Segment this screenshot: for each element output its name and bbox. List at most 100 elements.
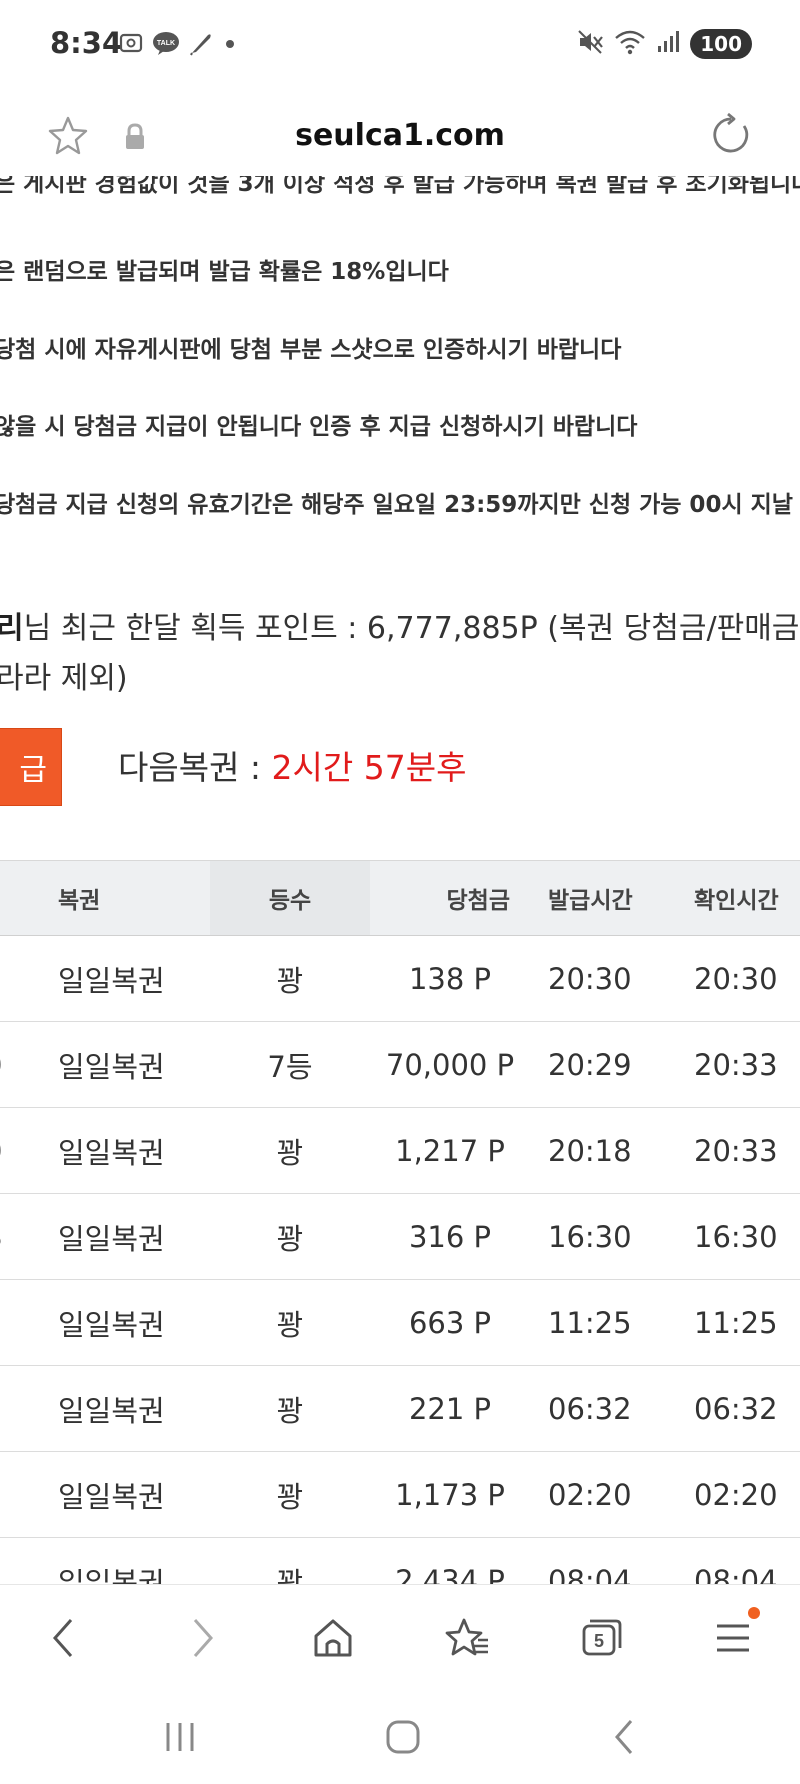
table-row: 5 일일복권 꽝 221 P 06:32 06:32	[0, 1366, 800, 1452]
row-lottery-name: 일일복권	[58, 1393, 165, 1428]
browser-bottom-nav: 5	[0, 1584, 800, 1684]
next-lottery-label: 다음복권 :	[118, 748, 272, 787]
table-row: 0 일일복권 꽝 1,217 P 20:18 20:33	[0, 1108, 800, 1194]
screenshot-icon	[118, 30, 144, 60]
points-text: 님 최근 한달 획득 포인트 : 6,777,885P (복권 당첨금/판매금	[23, 611, 800, 646]
table-row: 7 일일복권 꽝 663 P 11:25 11:25	[0, 1280, 800, 1366]
status-time: 8:34	[50, 26, 123, 60]
tab-count: 5	[594, 1631, 604, 1651]
col-header-lottery: 복권	[58, 888, 101, 914]
table-header: 복권 등수 당첨금 발급시간 확인시간	[0, 860, 800, 936]
row-checked-time: 08:04	[694, 1563, 778, 1585]
table-row: 일일복권 꽝 2,434 P 08:04 08:04	[0, 1538, 800, 1585]
system-nav-bar	[0, 1684, 800, 1784]
notice-line: 당첨 시에 자유게시판에 당첨 부분 스샷으로 인증하시기 바랍니다	[0, 337, 622, 363]
table-row: 0 일일복권 7등 70,000 P 20:29 20:33	[0, 1022, 800, 1108]
row-rank: 꽝	[276, 963, 304, 998]
next-lottery: 다음복권 : 2시간 57분후	[118, 741, 466, 789]
table-row: 1 일일복권 꽝 138 P 20:30 20:30	[0, 936, 800, 1022]
svg-text:TALK: TALK	[157, 40, 175, 47]
feather-icon	[188, 30, 214, 60]
bookmarks-icon[interactable]	[442, 1613, 492, 1663]
mute-icon	[576, 28, 604, 60]
row-checked-time: 06:32	[694, 1391, 778, 1426]
notice-line: 당첨금 지급 신청의 유효기간은 해당주 일요일 23:59까지만 신청 가능 …	[0, 492, 793, 518]
tabs-icon[interactable]: 5	[576, 1613, 626, 1663]
row-issued-time: 20:18	[548, 1133, 632, 1168]
row-prize: 138 P	[408, 961, 492, 996]
row-checked-time: 20:33	[694, 1133, 778, 1168]
dot-icon	[222, 30, 238, 60]
status-left-icons: TALK	[118, 30, 238, 60]
menu-icon[interactable]	[708, 1607, 760, 1663]
url-bar: seulca1.com	[0, 100, 800, 176]
system-back-icon[interactable]	[600, 1712, 650, 1762]
row-index: 5	[0, 1366, 30, 1451]
status-bar: 8:34 TALK 100	[0, 0, 800, 92]
row-checked-time: 20:30	[694, 961, 778, 996]
lottery-table: 복권 등수 당첨금 발급시간 확인시간 1일일복권꽝138 P20:3020:3…	[0, 860, 800, 1584]
row-index: 0	[0, 1108, 30, 1193]
col-header-prize: 당첨금	[446, 888, 510, 914]
row-rank: 꽝	[276, 1135, 304, 1170]
row-rank: 7등	[267, 1049, 313, 1084]
wifi-icon	[614, 28, 646, 60]
signal-icon	[656, 28, 680, 60]
battery-indicator: 100	[690, 29, 752, 59]
row-index: 0	[0, 1022, 30, 1107]
username-fragment: 리	[0, 611, 24, 646]
notice-line: 않을 시 당첨금 지급이 안됩니다 인증 후 지급 신청하시기 바랍니다	[0, 414, 638, 440]
notice-line: 은 랜덤으로 발급되며 발급 확률은 18%입니다	[0, 259, 449, 285]
row-issued-time: 08:04	[548, 1563, 632, 1585]
row-issued-time: 11:25	[548, 1305, 632, 1340]
row-lottery-name: 일일복권	[58, 963, 165, 998]
row-index: 5	[0, 1452, 30, 1537]
row-checked-time: 02:20	[694, 1477, 778, 1512]
row-index: 8	[0, 1194, 30, 1279]
points-text-line2: 라라 제외)	[0, 661, 128, 696]
kakaotalk-icon: TALK	[152, 30, 180, 60]
row-lottery-name: 일일복권	[58, 1307, 165, 1342]
col-header-index	[0, 861, 30, 935]
col-header-checked: 확인시간	[694, 888, 779, 914]
row-index: 7	[0, 1280, 30, 1365]
issue-lottery-button[interactable]: 급	[0, 728, 62, 806]
row-rank: 꽝	[276, 1393, 304, 1428]
reload-icon[interactable]	[708, 112, 754, 162]
row-checked-time: 11:25	[694, 1305, 778, 1340]
row-prize: 70,000 P	[385, 1047, 515, 1082]
row-rank: 꽝	[276, 1565, 304, 1585]
row-lottery-name: 일일복권	[58, 1565, 165, 1585]
notice-line: 은 게시판 경험값이 것을 3개 이상 적정 후 발급 가능하며 복권 발급 후…	[0, 176, 800, 197]
forward-icon[interactable]	[176, 1613, 226, 1663]
next-lottery-time: 2시간 57분후	[271, 748, 467, 787]
recents-icon[interactable]	[155, 1712, 205, 1762]
points-summary: 리님 최근 한달 획득 포인트 : 6,777,885P (복권 당첨금/판매금…	[0, 604, 799, 704]
row-prize: 316 P	[408, 1219, 492, 1254]
back-icon[interactable]	[40, 1613, 90, 1663]
table-row: 8 일일복권 꽝 316 P 16:30 16:30	[0, 1194, 800, 1280]
row-checked-time: 20:33	[694, 1047, 778, 1082]
row-prize: 221 P	[408, 1391, 492, 1426]
home-icon[interactable]	[308, 1613, 358, 1663]
row-rank: 꽝	[276, 1307, 304, 1342]
row-lottery-name: 일일복권	[58, 1479, 165, 1514]
row-issued-time: 20:29	[548, 1047, 632, 1082]
col-header-rank: 등수	[210, 861, 370, 935]
row-prize: 663 P	[408, 1305, 492, 1340]
notification-dot	[748, 1607, 760, 1619]
page-content: 은 게시판 경험값이 것을 3개 이상 적정 후 발급 가능하며 복권 발급 후…	[0, 176, 800, 1584]
row-prize: 1,173 P	[395, 1477, 505, 1512]
home-circle-icon[interactable]	[378, 1712, 428, 1762]
row-issued-time: 16:30	[548, 1219, 632, 1254]
row-lottery-name: 일일복권	[58, 1135, 165, 1170]
row-rank: 꽝	[276, 1221, 304, 1256]
table-body: 1일일복권꽝138 P20:3020:300일일복권7등70,000 P20:2…	[0, 936, 800, 1584]
url-text[interactable]: seulca1.com	[0, 118, 800, 153]
col-header-issued: 발급시간	[548, 888, 633, 914]
row-issued-time: 02:20	[548, 1477, 632, 1512]
row-prize: 1,217 P	[395, 1133, 505, 1168]
row-prize: 2,434 P	[395, 1563, 505, 1585]
row-index: 1	[0, 936, 30, 1021]
row-issued-time: 20:30	[548, 961, 632, 996]
